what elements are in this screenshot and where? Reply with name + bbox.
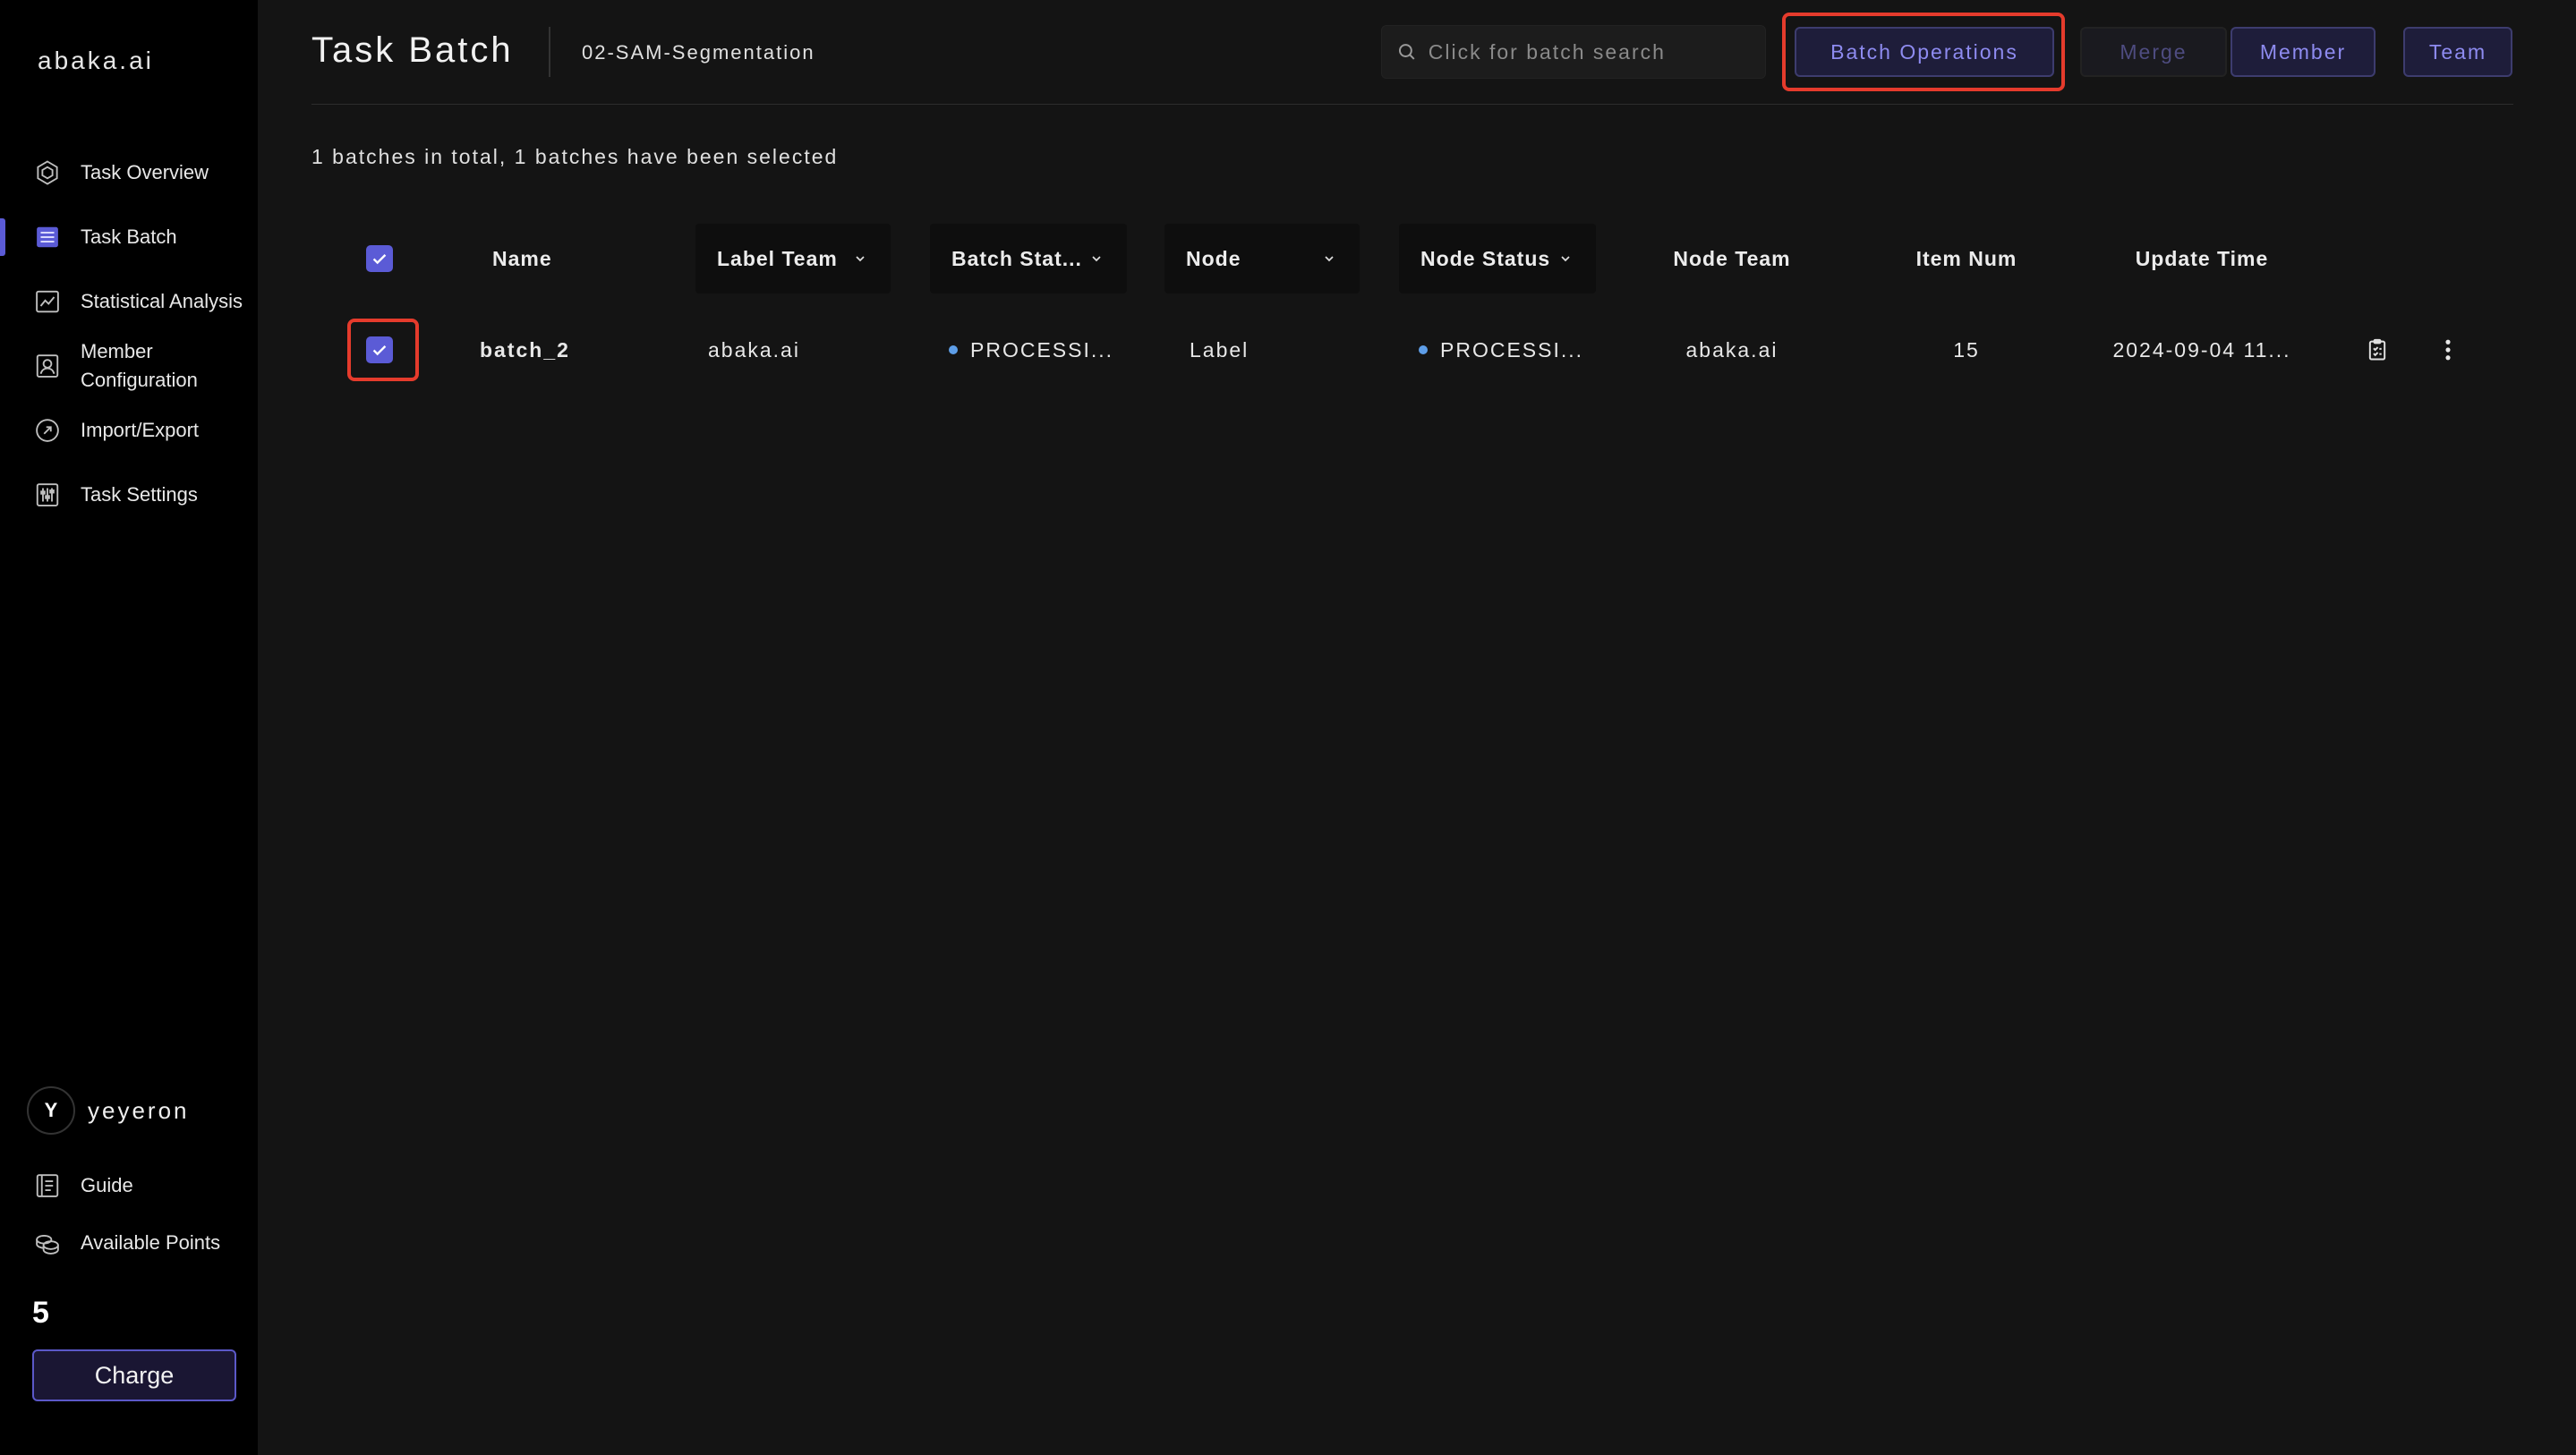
sidebar-item-label: Guide: [81, 1174, 133, 1196]
sidebar-item-task-overview[interactable]: Task Overview: [0, 147, 258, 199]
guide-book-icon: [32, 1170, 63, 1201]
cell-node: Label: [1190, 337, 1250, 362]
sidebar-item-label: Task Settings: [81, 483, 198, 506]
chevron-down-icon: [856, 256, 865, 262]
column-label: Label Team: [717, 246, 838, 270]
sidebar-item-label: Task Overview: [81, 161, 209, 183]
settings-sliders-icon: [32, 480, 63, 510]
chevron-down-icon: [1092, 256, 1101, 262]
avatar: Y: [27, 1086, 75, 1135]
status-text: PROCESSI...: [1440, 337, 1584, 362]
cube-icon: [32, 157, 63, 188]
sidebar-item-label: Available Points: [81, 1231, 221, 1254]
column-label: Batch Stat...: [951, 246, 1082, 270]
cell-batch-name[interactable]: batch_2: [480, 335, 570, 365]
column-header-update-time: Update Time: [2112, 224, 2291, 294]
column-header-batch-status[interactable]: Batch Stat...: [930, 224, 1127, 294]
task-name: 02-SAM-Segmentation: [582, 41, 815, 64]
sidebar-item-label: Task Batch: [81, 225, 177, 248]
clipboard-icon[interactable]: [2363, 335, 2392, 365]
column-header-item-num: Item Num: [1877, 224, 2056, 294]
brand-logo: abaka.ai: [38, 47, 154, 74]
sidebar: abaka.ai Task Overview Task Batch Statis…: [0, 0, 258, 1455]
points-value: 5: [32, 1296, 49, 1330]
user-profile[interactable]: Y yeyeron: [27, 1086, 190, 1135]
sidebar-item-member-configuration[interactable]: Member Configuration: [0, 338, 258, 394]
sidebar-item-statistical-analysis[interactable]: Statistical Analysis: [0, 276, 258, 328]
select-all-checkbox[interactable]: [366, 245, 393, 272]
column-header-label-team[interactable]: Label Team: [695, 224, 891, 294]
search-icon: [1398, 44, 1415, 60]
header-divider: [311, 104, 2513, 105]
chart-icon: [32, 286, 63, 317]
column-header-node-status[interactable]: Node Status: [1399, 224, 1596, 294]
row-checkbox[interactable]: [366, 336, 393, 363]
check-icon: [372, 345, 387, 356]
sidebar-item-label: Member Configuration: [81, 340, 198, 391]
list-icon: [32, 222, 63, 252]
status-dot: [1419, 345, 1428, 354]
cell-node-team: abaka.ai: [1685, 337, 1778, 362]
column-header-name: Name: [492, 224, 635, 294]
cell-batch-status: PROCESSI...: [949, 335, 1113, 365]
page-title: Task Batch: [311, 30, 514, 70]
sidebar-item-label: Import/Export: [81, 419, 200, 441]
check-icon: [372, 254, 387, 265]
cell-update-time: 2024-09-04 11...: [2112, 337, 2291, 362]
more-options-icon[interactable]: [2434, 335, 2462, 365]
cell-item-num: 15: [1953, 337, 1980, 362]
column-label: Node: [1186, 246, 1241, 270]
username: yeyeron: [88, 1096, 190, 1124]
sidebar-item-guide[interactable]: Guide: [0, 1160, 258, 1212]
batch-search[interactable]: [1381, 25, 1766, 79]
column-header-node-team: Node Team: [1642, 224, 1821, 294]
import-export-icon: [32, 415, 63, 446]
title-divider: [549, 27, 550, 77]
chevron-down-icon: [1325, 256, 1334, 262]
sidebar-item-task-batch[interactable]: Task Batch: [0, 211, 258, 263]
batch-operations-button[interactable]: Batch Operations: [1795, 27, 2054, 77]
cell-label-team: abaka.ai: [708, 337, 800, 362]
chevron-down-icon: [1561, 256, 1570, 262]
column-label: Item Num: [1915, 246, 2017, 270]
column-label: Node Team: [1673, 246, 1791, 270]
column-label: Name: [492, 246, 552, 270]
column-label: Update Time: [2135, 246, 2269, 270]
column-header-node[interactable]: Node: [1164, 224, 1360, 294]
charge-button[interactable]: Charge: [32, 1349, 236, 1401]
sidebar-item-task-settings[interactable]: Task Settings: [0, 469, 258, 521]
column-label: Node Status: [1420, 246, 1551, 270]
member-icon: [32, 351, 63, 381]
search-input[interactable]: [1428, 39, 1765, 64]
sidebar-item-available-points[interactable]: Available Points: [0, 1217, 258, 1269]
selection-summary: 1 batches in total, 1 batches have been …: [311, 145, 839, 168]
status-dot: [949, 345, 958, 354]
sidebar-item-import-export[interactable]: Import/Export: [0, 404, 258, 456]
sidebar-item-label: Statistical Analysis: [81, 290, 243, 312]
status-text: PROCESSI...: [970, 337, 1114, 362]
member-button[interactable]: Member: [2231, 27, 2376, 77]
team-button[interactable]: Team: [2403, 27, 2512, 77]
merge-button[interactable]: Merge: [2080, 27, 2227, 77]
coins-icon: [32, 1228, 63, 1258]
cell-node-status: PROCESSI...: [1419, 335, 1583, 365]
